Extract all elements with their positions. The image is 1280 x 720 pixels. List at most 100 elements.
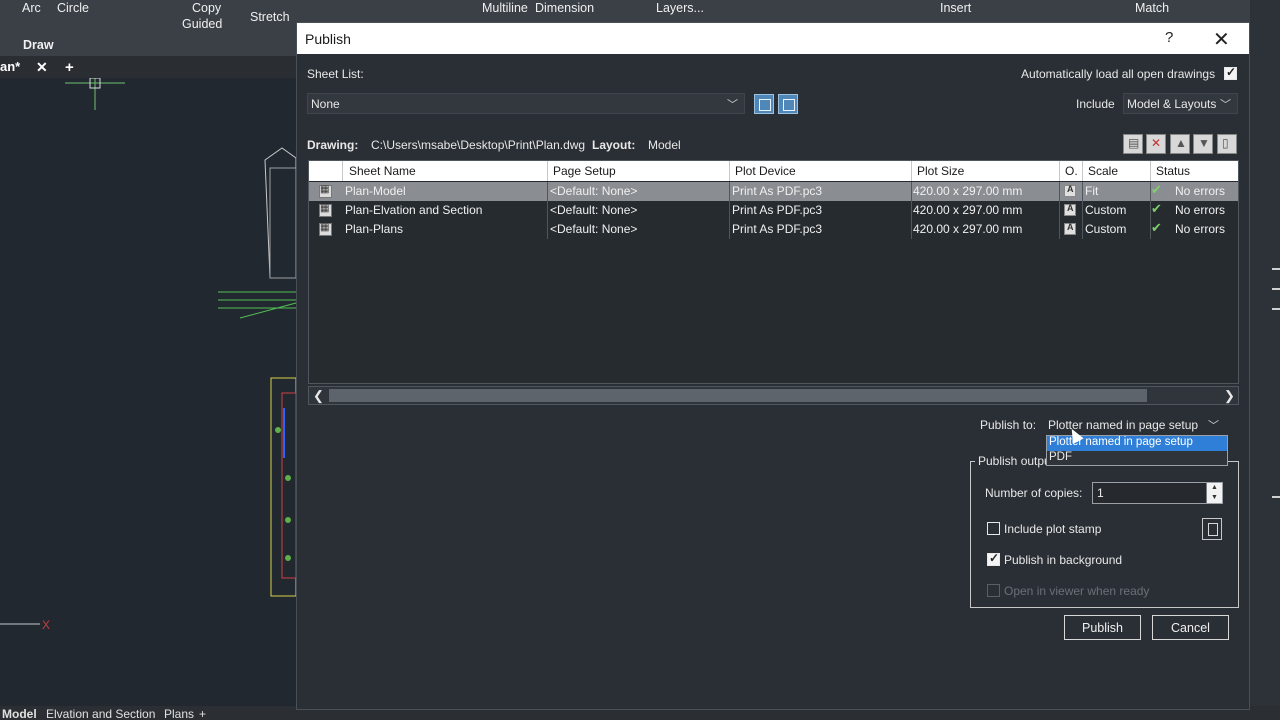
row-scale: Fit xyxy=(1085,184,1099,198)
chevron-down-icon: ﹀ xyxy=(1208,420,1219,432)
remove-sheets-icon[interactable]: ✕ xyxy=(1146,134,1166,154)
add-layout-icon[interactable]: + xyxy=(199,707,206,720)
copies-stepper[interactable]: 1 ▲ ▼ xyxy=(1092,482,1223,504)
copies-spin-buttons[interactable]: ▲ ▼ xyxy=(1206,483,1222,503)
table-row[interactable]: Plan-Model <Default: None> Print As PDF.… xyxy=(309,182,1238,201)
col-plot-device[interactable]: Plot Device xyxy=(735,164,796,178)
scroll-right-icon[interactable]: ❯ xyxy=(1224,388,1235,404)
row-plot-device: Print As PDF.pc3 xyxy=(732,184,823,198)
horizontal-scrollbar[interactable]: ❮ ❯ xyxy=(308,386,1239,405)
row-status: No errors xyxy=(1175,222,1226,236)
landscape-icon xyxy=(1064,184,1076,197)
layout-label: Layout: xyxy=(592,138,636,152)
sheet-layout-icon xyxy=(319,203,332,217)
move-up-icon[interactable]: ▲ xyxy=(1170,134,1190,154)
drawing-canvas[interactable]: X xyxy=(0,78,300,708)
drawing-label: Drawing: xyxy=(307,138,359,152)
row-status: No errors xyxy=(1175,184,1226,198)
publish-to-label: Publish to: xyxy=(980,418,1037,432)
drawing-preview: X xyxy=(0,78,297,632)
row-page-setup[interactable]: <Default: None> xyxy=(550,184,637,198)
close-tab-icon[interactable]: ✕ xyxy=(36,59,48,76)
ribbon-layers[interactable]: Layers... xyxy=(656,1,704,15)
open-viewer-label: Open in viewer when ready xyxy=(1004,584,1150,598)
check-icon: ✔ xyxy=(1151,182,1162,197)
preview-icon[interactable]: ▯ xyxy=(1217,134,1237,154)
right-tool-strip xyxy=(1250,0,1280,710)
increment-icon[interactable]: ▲ xyxy=(1211,484,1218,491)
col-page-setup[interactable]: Page Setup xyxy=(553,164,616,178)
publish-dialog: Publish ? ✕ Sheet List: Automatically lo… xyxy=(296,22,1250,710)
include-label: Include xyxy=(1076,97,1115,111)
cancel-button[interactable]: Cancel xyxy=(1152,615,1229,640)
ribbon-multiline[interactable]: Multiline xyxy=(482,1,528,15)
table-row[interactable]: Plan-Elvation and Section <Default: None… xyxy=(309,201,1238,220)
col-status[interactable]: Status xyxy=(1156,164,1190,178)
add-sheets-icon[interactable]: ▤ xyxy=(1123,134,1143,154)
dialog-title: Publish xyxy=(305,31,351,47)
landscape-icon xyxy=(1064,203,1076,216)
row-plot-device: Print As PDF.pc3 xyxy=(732,222,823,236)
load-sheet-list-icon[interactable] xyxy=(778,94,798,114)
publish-output-title: Publish output xyxy=(975,454,1058,468)
new-tab-icon[interactable]: + xyxy=(65,59,74,76)
ribbon-panel-draw: Draw xyxy=(23,38,54,52)
ribbon-dimension[interactable]: Dimension xyxy=(535,1,594,15)
scroll-left-icon[interactable]: ❮ xyxy=(313,388,324,404)
sheet-list-label: Sheet List: xyxy=(307,67,364,81)
save-sheet-list-icon[interactable] xyxy=(754,94,774,114)
ribbon-arc[interactable]: Arc xyxy=(22,1,41,15)
include-select[interactable]: Model & Layouts ﹀ xyxy=(1123,93,1238,114)
publish-background-label: Publish in background xyxy=(1004,553,1123,567)
row-plot-device: Print As PDF.pc3 xyxy=(732,203,823,217)
col-orientation[interactable]: O. xyxy=(1065,164,1078,178)
help-button[interactable]: ? xyxy=(1165,29,1173,46)
decrement-icon[interactable]: ▼ xyxy=(1211,494,1218,501)
auto-load-checkbox[interactable] xyxy=(1224,65,1237,80)
col-plot-size[interactable]: Plot Size xyxy=(917,164,964,178)
layout-tab-plans[interactable]: Plans xyxy=(164,707,194,720)
row-plot-size: 420.00 x 297.00 mm xyxy=(913,222,1023,236)
sheet-grid[interactable]: Sheet Name Page Setup Plot Device Plot S… xyxy=(308,160,1239,384)
col-sheet-name[interactable]: Sheet Name xyxy=(349,164,416,178)
ribbon-stretch[interactable]: Stretch xyxy=(250,10,290,24)
close-icon[interactable]: ✕ xyxy=(1213,27,1230,52)
option-pdf[interactable]: PDF xyxy=(1047,451,1227,466)
landscape-icon xyxy=(1064,222,1076,235)
layout-tab-elevation[interactable]: Elvation and Section xyxy=(46,707,155,720)
row-scale: Custom xyxy=(1085,203,1127,217)
table-row[interactable]: Plan-Plans <Default: None> Print As PDF.… xyxy=(309,220,1238,239)
ribbon-match[interactable]: Match xyxy=(1135,1,1169,15)
check-icon: ✔ xyxy=(1151,220,1162,235)
row-page-setup[interactable]: <Default: None> xyxy=(550,222,637,236)
file-tab[interactable]: an* xyxy=(0,59,20,74)
ribbon-guided[interactable]: Guided xyxy=(182,17,222,31)
grid-header: Sheet Name Page Setup Plot Device Plot S… xyxy=(309,161,1238,181)
row-page-setup[interactable]: <Default: None> xyxy=(550,203,637,217)
layout-tab-model[interactable]: Model xyxy=(2,707,37,720)
sheet-list-select[interactable]: None ﹀ xyxy=(307,93,745,114)
drawing-path: C:\Users\msabe\Desktop\Print\Plan.dwg xyxy=(371,138,586,152)
plot-stamp-label: Include plot stamp xyxy=(1004,522,1102,536)
ribbon-circle[interactable]: Circle xyxy=(57,1,89,15)
ribbon-copy[interactable]: Copy xyxy=(192,1,221,15)
plot-stamp-checkbox[interactable] xyxy=(987,522,1000,535)
move-down-icon[interactable]: ▼ xyxy=(1193,134,1213,154)
publish-background-checkbox[interactable] xyxy=(987,551,1000,566)
col-scale[interactable]: Scale xyxy=(1088,164,1118,178)
chevron-down-icon: ﹀ xyxy=(727,99,738,111)
row-sheet-name: Plan-Model xyxy=(345,184,406,198)
plot-stamp-settings-icon[interactable] xyxy=(1202,518,1222,540)
auto-load-label: Automatically load all open drawings xyxy=(1021,67,1216,81)
publish-button[interactable]: Publish xyxy=(1064,615,1141,640)
ribbon-insert[interactable]: Insert xyxy=(940,1,971,15)
row-scale: Custom xyxy=(1085,222,1127,236)
row-sheet-name: Plan-Elvation and Section xyxy=(345,203,483,217)
row-plot-size: 420.00 x 297.00 mm xyxy=(913,184,1023,198)
dialog-titlebar: Publish ? ✕ xyxy=(297,23,1249,54)
open-viewer-checkbox xyxy=(987,584,1000,597)
copies-value[interactable]: 1 xyxy=(1097,486,1104,500)
scrollbar-thumb[interactable] xyxy=(329,389,1147,402)
sheet-layout-icon xyxy=(319,222,332,236)
check-icon: ✔ xyxy=(1151,201,1162,216)
